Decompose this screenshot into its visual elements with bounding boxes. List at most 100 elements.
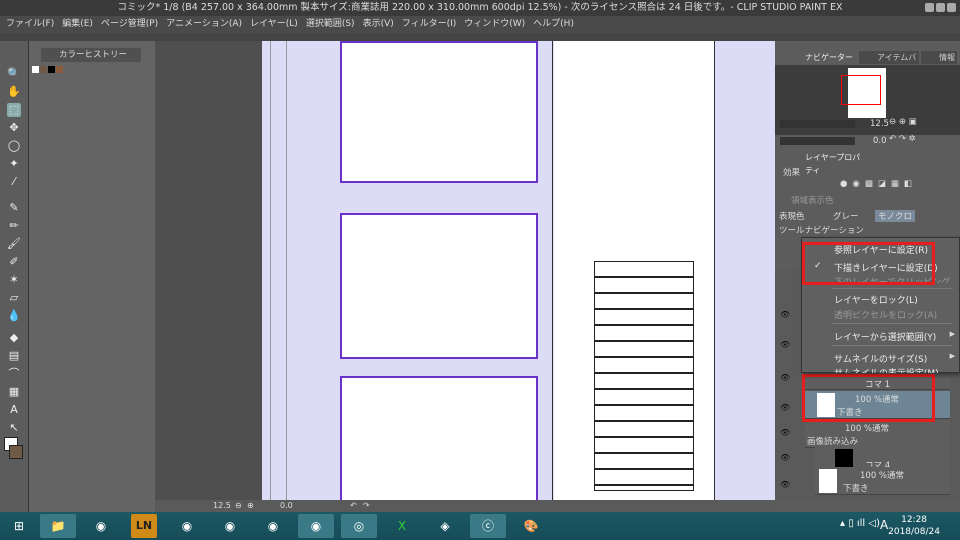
zoom-slider[interactable] [780,120,855,128]
menu-filter[interactable]: フィルター(I) [402,16,465,33]
rotate-icons[interactable]: ↶ ↷ ✲ [889,134,916,144]
maximize-button[interactable] [936,3,945,12]
start-button[interactable]: ⊞ [2,514,36,538]
rotate-right-icon[interactable]: ↷ [363,500,370,512]
tool-navigation-label: ツールナビゲーション [779,226,864,236]
tab-layer-property[interactable]: レイヤープロパティ [787,151,867,175]
pencil-tool-icon[interactable]: ✏ [7,219,21,233]
menu-item-selection-from-layer[interactable]: レイヤーから選択範囲(Y) [834,330,936,343]
close-button[interactable] [947,3,956,12]
ime-indicator[interactable]: A [880,518,888,532]
taskbar-ln[interactable]: LN [131,514,157,538]
layer-row[interactable]: 100 %通常 画像読み込み [805,420,950,448]
taskbar-clip-studio-paint[interactable]: ⓒ [470,514,506,538]
menu-view[interactable]: 表示(V) [363,16,402,33]
menu-help[interactable]: ヘルプ(H) [533,16,582,33]
figure-tool-icon[interactable]: ⌒ [7,367,21,381]
rotate-left-icon[interactable]: ↶ [350,500,357,512]
eye-icon[interactable]: 👁 [780,310,790,319]
eye-icon[interactable]: 👁 [780,403,790,412]
taskbar-chrome[interactable]: ◉ [212,514,248,538]
canvas-rotation-value[interactable]: 0.0 [280,500,293,512]
comic-panel-building[interactable] [554,41,714,501]
menu-bar: ファイル(F) 編集(E) ページ管理(P) アニメーション(A) レイヤー(L… [0,16,960,33]
mono-button[interactable]: モノクロ [875,210,916,222]
eye-icon[interactable]: 👁 [780,340,790,349]
wand-tool-icon[interactable]: ✦ [7,157,21,171]
airbrush-tool-icon[interactable]: ✐ [7,255,21,269]
taskbar-chrome[interactable]: ◉ [298,514,334,538]
hand-tool-icon[interactable]: ✋ [7,85,21,99]
lasso-tool-icon[interactable]: ◯ [7,139,21,153]
swatch[interactable] [56,66,63,73]
sub-color[interactable] [9,445,23,459]
taskbar-clip-studio[interactable]: ◎ [341,514,377,538]
menu-animation[interactable]: アニメーション(A) [166,16,250,33]
comic-panel-3[interactable] [340,376,538,506]
taskbar-chrome[interactable]: ◉ [255,514,291,538]
effect-label: 効果 [783,168,801,178]
navigator-view-rect[interactable] [841,75,881,105]
comic-panel-1[interactable] [340,41,538,183]
pen-tool-icon[interactable]: ✎ [7,201,21,215]
tool-palette: 🔍 ✋ ⬚ ✥ ◯ ✦ ⁄ ✎ ✏ 🖌 ✐ ✶ ▱ 💧 ◆ ▤ ⌒ ▦ A ↖ [0,41,29,512]
eyedropper-icon[interactable]: ⁄ [7,175,21,189]
tab-item-bank[interactable]: アイテムバンク [859,51,919,75]
highlight-box [802,242,935,285]
comic-panel-2[interactable] [340,213,538,359]
blend-tool-icon[interactable]: 💧 [7,309,21,323]
operation-tool-icon[interactable]: ⬚ [7,103,21,117]
zoom-tool-icon[interactable]: 🔍 [7,67,21,81]
submenu-arrow-icon: ▶ [949,330,955,338]
nav-zoom-value[interactable]: 12.5 [870,119,889,129]
effect-buttons[interactable]: ●◉▩◪▦◧ [840,179,917,189]
brush-tool-icon[interactable]: 🖌 [7,237,21,251]
eye-icon[interactable]: 👁 [780,373,790,382]
eye-icon[interactable]: 👁 [780,480,790,489]
eye-icon[interactable]: 👁 [780,428,790,437]
frame-tool-icon[interactable]: ▦ [7,385,21,399]
swatch[interactable] [40,66,47,73]
menu-file[interactable]: ファイル(F) [6,16,62,33]
layer-row[interactable]: 100 %通常 下書き [815,467,950,495]
taskbar-paint[interactable]: 🎨 [513,514,549,538]
eraser-tool-icon[interactable]: ▱ [7,291,21,305]
taskbar-app[interactable]: ◈ [427,514,463,538]
manga-page[interactable] [262,41,775,506]
menu-selection[interactable]: 選択範囲(S) [306,16,363,33]
color-history-tab[interactable]: カラーヒストリー [41,48,141,62]
taskbar-excel[interactable]: X [384,514,420,538]
tab-info[interactable]: 情報 [921,51,957,64]
move-tool-icon[interactable]: ✥ [7,121,21,135]
nav-rotation-value[interactable]: 0.0 [873,136,887,146]
decoration-tool-icon[interactable]: ✶ [7,273,21,287]
minimize-button[interactable] [925,3,934,12]
balloon-tool-icon[interactable]: ↖ [7,421,21,435]
zoom-in-icon[interactable]: ⊕ [247,500,254,512]
text-tool-icon[interactable]: A [7,403,21,417]
menu-item-thumbnail-size[interactable]: サムネイルのサイズ(S) [834,352,927,365]
taskbar-chrome[interactable]: ◉ [83,514,119,538]
tray-icons[interactable]: ▴ ▯ ıll ◁) [840,518,880,529]
zoom-out-icon[interactable]: ⊖ [235,500,242,512]
rotation-slider[interactable] [780,137,855,145]
menu-page[interactable]: ページ管理(P) [101,16,166,33]
menu-edit[interactable]: 編集(E) [62,16,101,33]
zoom-out-icon[interactable]: ⊖ ⊕ ▣ [889,117,917,127]
gradient-tool-icon[interactable]: ▤ [7,349,21,363]
fill-tool-icon[interactable]: ◆ [7,331,21,345]
menu-layer[interactable]: レイヤー(L) [250,16,306,33]
tab-navigator[interactable]: ナビゲーター [787,51,857,64]
canvas-zoom-value[interactable]: 12.5 [213,500,231,512]
gray-button[interactable]: グレー [833,210,859,222]
menu-item-thumbnail-display[interactable]: サムネイルの表示設定(M) [834,366,939,373]
eye-icon[interactable]: 👁 [780,453,790,462]
taskbar-explorer[interactable]: 📁 [40,514,76,538]
swatch[interactable] [48,66,55,73]
menu-item-lock-layer[interactable]: レイヤーをロック(L) [834,293,918,306]
taskbar-chrome[interactable]: ◉ [169,514,205,538]
menu-window[interactable]: ウィンドウ(W) [464,16,533,33]
submenu-arrow-icon: ▶ [949,352,955,360]
swatch[interactable] [32,66,39,73]
clock[interactable]: 12:28 2018/08/24 [888,514,940,538]
